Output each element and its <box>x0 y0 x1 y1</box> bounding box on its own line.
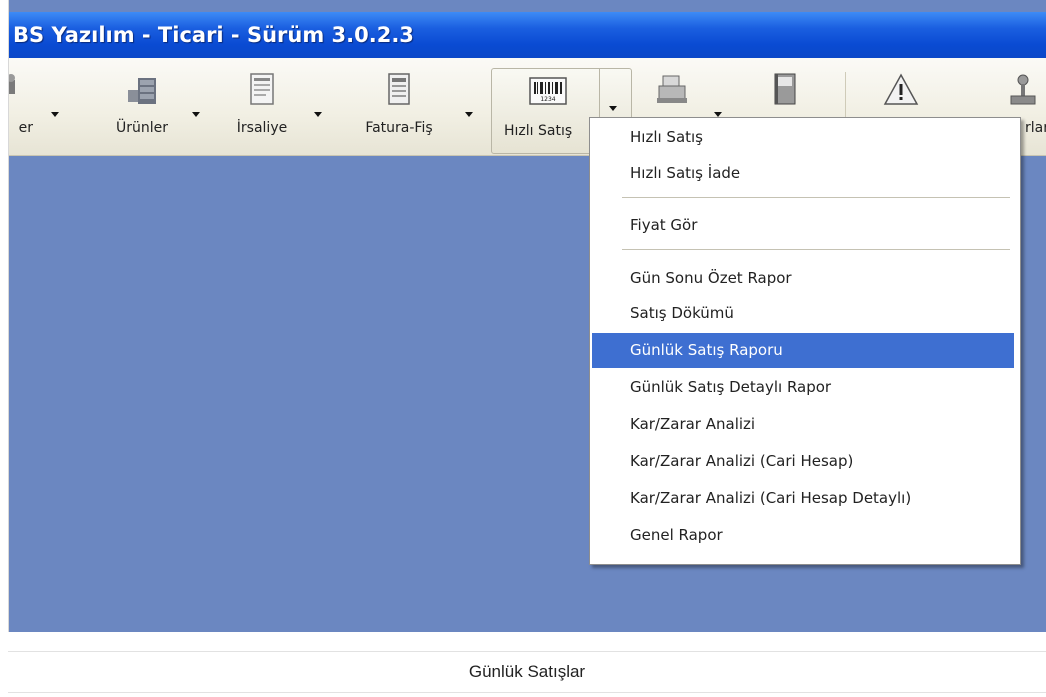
toolbar-label: Fatura-Fiş <box>365 120 433 136</box>
menu-item-genel-rapor[interactable]: Genel Rapor <box>592 518 1014 553</box>
barcode-icon: 1234 <box>529 77 567 105</box>
toolbar-button-irsaliye[interactable]: İrsaliye <box>217 62 307 150</box>
dropdown-arrow-icon[interactable] <box>465 112 473 117</box>
window-title: BS Yazılım - Ticari - Sürüm 3.0.2.3 <box>13 23 414 47</box>
menu-item-satis-dokumu[interactable]: Satış Dökümü <box>592 296 1014 331</box>
menu-item-gunluk-satis-raporu[interactable]: Günlük Satış Raporu <box>592 333 1014 368</box>
cash-register-icon <box>657 75 687 103</box>
menu-item-kar-zarar-analizi[interactable]: Kar/Zarar Analizi <box>592 407 1014 442</box>
warning-icon <box>883 73 919 105</box>
toolbar-button-cariler[interactable]: er <box>9 62 35 150</box>
toolbar-label: İrsaliye <box>236 120 288 136</box>
figure-caption: Günlük Satışlar <box>8 651 1046 693</box>
menu-item-kar-zarar-analizi-cari-hesap[interactable]: Kar/Zarar Analizi (Cari Hesap) <box>592 444 1014 479</box>
dropdown-arrow-icon[interactable] <box>51 112 59 117</box>
toolbar-label: Hızlı Satış <box>504 123 573 139</box>
menu-separator <box>622 197 1010 198</box>
menu-item-kar-zarar-analizi-cari-hesap-detayli[interactable]: Kar/Zarar Analizi (Cari Hesap Detaylı) <box>592 481 1014 516</box>
menu-item-hizli-satis-iade[interactable]: Hızlı Satış İade <box>592 156 1014 191</box>
title-bar[interactable]: BS Yazılım - Ticari - Sürüm 3.0.2.3 <box>9 12 1046 58</box>
menu-item-gun-sonu-ozet-rapor[interactable]: Gün Sonu Özet Rapor <box>592 261 1014 296</box>
dropdown-arrow-icon[interactable] <box>192 112 200 117</box>
menu-item-fiyat-gor[interactable]: Fiyat Gör <box>592 208 1014 243</box>
menu-item-hizli-satis[interactable]: Hızlı Satış <box>592 120 1014 155</box>
notebook-icon <box>774 73 796 105</box>
hizli-satis-dropdown-menu: Hızlı Satış Hızlı Satış İade Fiyat Gör G… <box>589 117 1021 565</box>
menu-separator <box>622 249 1010 250</box>
svg-text:1234: 1234 <box>540 96 555 103</box>
toolbar-label: Ürünler <box>115 120 168 136</box>
users-icon <box>9 74 15 94</box>
joystick-icon <box>1010 74 1036 105</box>
invoice-icon <box>388 73 410 105</box>
menu-item-gunluk-satis-detayli-rapor[interactable]: Günlük Satış Detaylı Rapor <box>592 370 1014 405</box>
toolbar-button-urunler[interactable]: Ürünler <box>97 62 187 150</box>
dropdown-arrow-icon[interactable] <box>609 106 617 111</box>
dropdown-arrow-icon[interactable] <box>314 112 322 117</box>
toolbar-button-fatura-fis[interactable]: Fatura-Fiş <box>344 62 454 150</box>
products-icon <box>128 78 156 104</box>
waybill-icon <box>250 73 274 105</box>
toolbar-label: er <box>18 120 33 136</box>
